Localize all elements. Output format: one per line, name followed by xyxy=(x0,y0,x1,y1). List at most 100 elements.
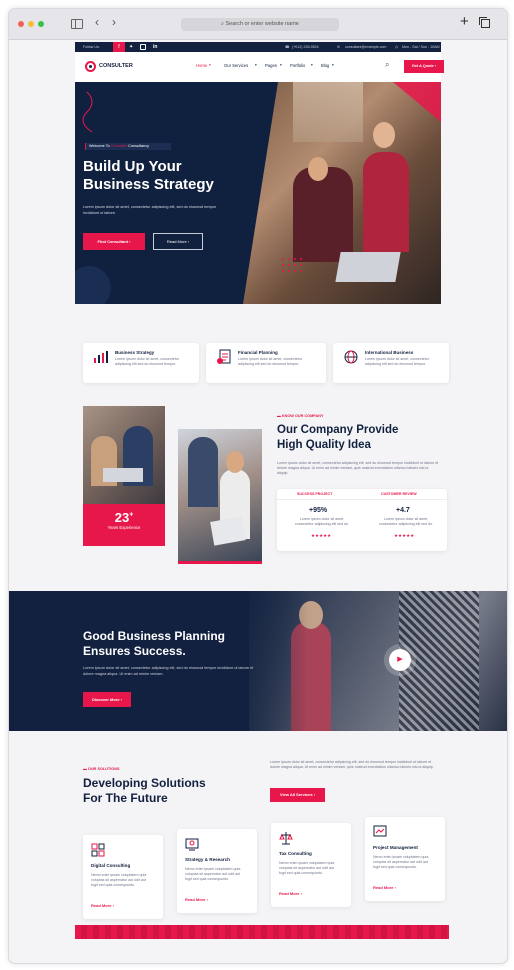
nav-item-services[interactable]: Our Services xyxy=(224,63,248,68)
solution-title: Digital Consulting xyxy=(91,863,131,868)
solution-read-more-link[interactable]: Read More › xyxy=(373,885,396,890)
solution-read-more-link[interactable]: Read More › xyxy=(91,903,114,908)
digital-icon xyxy=(91,843,105,857)
hero-tagline: Welcome To Consulter Consultancy xyxy=(85,143,171,150)
solution-title: Tax Consulting xyxy=(279,851,312,856)
stat-value-row: +4.7 xyxy=(396,507,410,514)
maximize-window-button[interactable] xyxy=(38,21,44,27)
chevron-down-icon: ▾ xyxy=(332,63,334,67)
service-card-business[interactable]: Business Strategy Lorem ipsum dolor sit … xyxy=(83,343,199,383)
facebook-icon[interactable]: f xyxy=(113,42,125,52)
solution-title: Strategy & Research xyxy=(185,857,230,862)
stat-value-row: +95% xyxy=(309,507,327,514)
service-title: Financial Planning xyxy=(238,350,278,355)
scale-icon xyxy=(279,832,293,845)
logo-icon[interactable] xyxy=(85,61,96,72)
solution-card[interactable]: Project Management Nemo enim ipsam volup… xyxy=(365,817,445,901)
solutions-title-line2: For The Future xyxy=(83,791,168,805)
about-kicker: ▬ KNOW OUR COMPANY xyxy=(277,414,324,418)
info-topbar: Follow Us: f ✦ in ☎ (+012) 226-9524 ✉ co… xyxy=(75,42,441,52)
stat-value: 95% xyxy=(313,507,328,514)
chevron-down-icon: ▾ xyxy=(280,63,282,67)
tabs-icon[interactable] xyxy=(479,17,490,28)
solutions-kicker: ▬ OUR SOLUTIONS xyxy=(83,767,120,771)
stat-label: SUCCESS PROJECT xyxy=(297,492,333,496)
nav-item-home[interactable]: Home xyxy=(196,63,207,68)
solutions-title-line1: Developing Solutions xyxy=(83,776,206,790)
star-rating: ★★★★★ xyxy=(311,533,332,538)
solutions-text: Lorem ipsum dolor sit amet, consectetur … xyxy=(270,760,434,769)
stats-card: SUCCESS PROJECT CUSTOMER REVIEW +95% +4.… xyxy=(277,489,447,551)
bar-chart-icon xyxy=(94,351,108,363)
about-title-line1: Our Company Provide xyxy=(277,424,399,436)
chevron-down-icon: ▾ xyxy=(209,63,211,67)
footer-strip xyxy=(75,925,449,939)
solution-title: Project Management xyxy=(373,845,418,850)
stat-value: 4.7 xyxy=(400,507,410,514)
read-more-label: Read More xyxy=(166,239,187,244)
stat-label: CUSTOMER REVIEW xyxy=(381,492,417,496)
service-text: Lorem ipsum dolor sit amet, consectetur … xyxy=(238,357,302,366)
team-photo-left xyxy=(83,406,165,504)
experience-badge: 23+ Years Experience xyxy=(83,504,165,546)
minimize-window-button[interactable] xyxy=(28,21,34,27)
read-more-label: Read More xyxy=(185,897,206,902)
solution-card[interactable]: Digital Consulting Nemo enim ipsam volup… xyxy=(83,835,163,919)
read-more-label: Read More xyxy=(279,891,300,896)
solution-read-more-link[interactable]: Read More › xyxy=(185,897,208,902)
line-icon: ▬ xyxy=(277,414,281,418)
phone-icon: ☎ xyxy=(285,45,290,49)
get-quote-label: Get A Quote xyxy=(411,64,434,68)
strategy-icon xyxy=(185,838,199,851)
email-text[interactable]: consultant@example.com xyxy=(345,45,386,49)
instagram-icon[interactable] xyxy=(140,44,146,50)
hero-title-line2: Business Strategy xyxy=(83,176,214,193)
read-more-button[interactable]: Read More › xyxy=(153,233,203,250)
solution-card[interactable]: Strategy & Research Nemo enim ipsam volu… xyxy=(177,829,257,913)
stat-text: Lorem ipsum dolor sit amet, consectetur … xyxy=(295,517,349,526)
clock-icon: ◷ xyxy=(395,45,399,49)
close-window-button[interactable] xyxy=(18,21,24,27)
play-icon[interactable]: ▶ xyxy=(389,649,411,671)
nav-item-blog[interactable]: Blog xyxy=(321,63,329,68)
hero-title-line1: Build Up Your xyxy=(83,158,182,175)
search-icon[interactable]: ⌕ xyxy=(385,60,389,70)
discover-more-button[interactable]: Discover More › xyxy=(83,692,131,707)
chevron-down-icon: ▾ xyxy=(311,63,313,67)
service-card-financial[interactable]: Financial Planning Lorem ipsum dolor sit… xyxy=(206,343,326,383)
financial-doc-icon xyxy=(217,349,231,364)
service-text: Lorem ipsum dolor sit amet, consectetur … xyxy=(365,357,429,366)
forward-arrow-icon[interactable]: › xyxy=(112,15,116,29)
get-quote-button[interactable]: Get A Quote › xyxy=(404,60,444,73)
email-icon: ✉ xyxy=(337,45,341,49)
chevron-down-icon: ▾ xyxy=(255,63,257,67)
solutions-title: Developing Solutions For The Future xyxy=(83,776,253,806)
phone-text[interactable]: (+012) 226-9524 xyxy=(292,45,319,49)
view-all-services-button[interactable]: View All Services › xyxy=(270,788,325,802)
sidebar-toggle-icon[interactable] xyxy=(71,19,83,29)
team-photo-right xyxy=(178,429,262,564)
back-arrow-icon[interactable]: ‹ xyxy=(95,15,99,29)
twitter-icon[interactable]: ✦ xyxy=(129,44,133,50)
solution-text: Nemo enim ipsam voluptatem quia voluptas… xyxy=(373,855,429,869)
linkedin-icon[interactable]: in xyxy=(153,44,157,50)
service-card-international[interactable]: International Business Lorem ipsum dolor… xyxy=(333,343,449,383)
find-consultant-button[interactable]: Find Consultant › xyxy=(83,233,145,250)
about-kicker-text: KNOW OUR COMPANY xyxy=(281,414,324,418)
hero-text: Lorem ipsum dolor sit amet, consectetur … xyxy=(83,205,217,215)
read-more-label: Read More xyxy=(373,885,394,890)
experience-label: Years Experience xyxy=(107,525,141,530)
solution-read-more-link[interactable]: Read More › xyxy=(279,891,302,896)
nav-item-portfolio[interactable]: Portfolio xyxy=(290,63,305,68)
about-title-line2: High Quality Idea xyxy=(277,439,371,451)
plus-icon[interactable]: + xyxy=(460,13,469,30)
logo-text[interactable]: CONSULTER xyxy=(99,63,133,69)
hours-text: Mon - Sat / Sun - 10AM xyxy=(402,45,440,49)
nav-item-pages[interactable]: Pages xyxy=(265,63,277,68)
experience-plus: + xyxy=(129,511,134,519)
browser-toolbar: ‹ › ⌕ Search or enter website name + xyxy=(9,9,507,40)
globe-icon xyxy=(344,350,358,364)
address-bar[interactable]: ⌕ Search or enter website name xyxy=(181,18,339,31)
video-section: Good Business Planning Ensures Success. … xyxy=(9,591,507,731)
solution-card[interactable]: Tax Consulting Nemo enim ipsam voluptate… xyxy=(271,823,351,907)
